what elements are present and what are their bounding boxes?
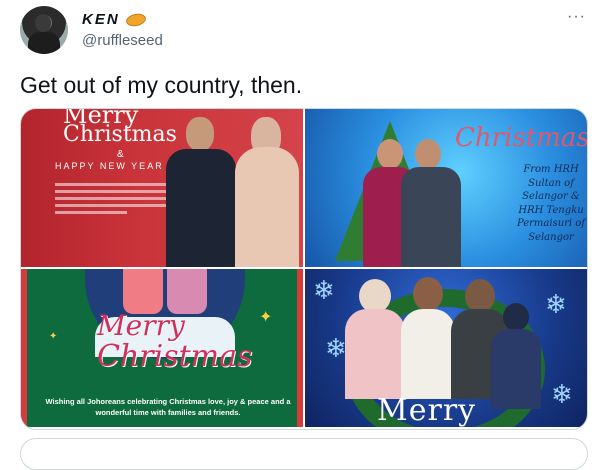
image3-merry: Merry [97, 309, 185, 342]
avatar-head [35, 14, 51, 32]
more-options-icon[interactable]: ··· [567, 8, 586, 26]
image3-wish-text: Wishing all Johoreans celebrating Christ… [45, 397, 291, 417]
media-image-3[interactable]: Merry Christmas ✦ ✦ Wishing all Johorean… [21, 269, 303, 427]
snowflake-icon: ❄ [313, 275, 335, 305]
image1-ampersand: & [117, 149, 124, 160]
star-icon: ✦ [259, 309, 273, 326]
media-grid: Merry Christmas & HAPPY NEW YEAR Christm… [20, 108, 588, 430]
avatar-body [28, 32, 60, 54]
tweet-text: Get out of my country, then. [20, 72, 303, 98]
snowflake-icon: ❄ [545, 289, 567, 319]
orange-badge-icon [124, 11, 147, 28]
snowflake-icon: ❄ [551, 379, 573, 409]
quoted-card-edge[interactable] [20, 438, 588, 470]
image1-christmas: Christmas [63, 122, 177, 147]
user-handle[interactable]: @ruffleseed [82, 32, 163, 49]
name-row: KEN [82, 11, 147, 28]
image1-woman [229, 109, 303, 267]
display-name[interactable]: KEN [82, 11, 120, 28]
media-image-2[interactable]: Christmas From HRH Sultan of Selangor & … [305, 109, 587, 267]
image4-merry: Merry [377, 393, 477, 427]
snowflake-icon: ❄ [325, 333, 347, 363]
image1-happy-new-year: HAPPY NEW YEAR [55, 161, 164, 171]
image2-title: Christmas [455, 123, 587, 153]
image3-person-1 [123, 269, 163, 314]
media-image-1[interactable]: Merry Christmas & HAPPY NEW YEAR [21, 109, 303, 267]
image3-christmas: Christmas [97, 339, 253, 374]
image2-caption: From HRH Sultan of Selangor & HRH Tengku… [516, 164, 586, 243]
image1-message-lines [55, 179, 175, 218]
media-image-4[interactable]: ❄ ❄ ❄ ❄ Merry [305, 269, 587, 427]
image3-person-2 [167, 269, 207, 314]
avatar[interactable] [20, 6, 68, 54]
small-star-icon: ✦ [49, 331, 58, 342]
